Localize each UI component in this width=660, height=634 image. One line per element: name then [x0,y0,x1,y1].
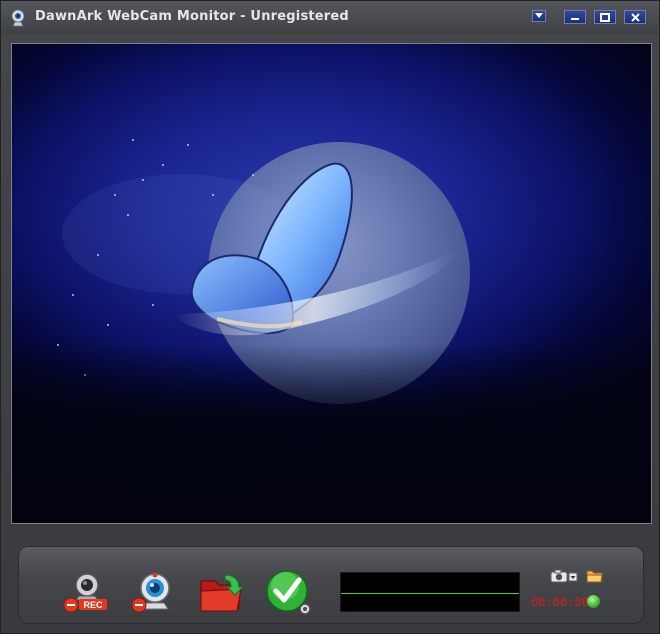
sparkle [142,179,144,181]
control-panel [18,546,644,624]
maximize-button[interactable] [594,10,616,24]
snapshot-camera-button[interactable] [550,568,578,584]
video-shadow [12,344,651,523]
sparkle [127,214,129,216]
sparkle [107,324,109,326]
record-webcam-button[interactable]: REC [61,569,109,617]
open-recordings-folder-button[interactable] [586,568,603,583]
audio-level-line [341,593,519,594]
menu-dropdown-button[interactable] [532,10,546,22]
sparkle [252,174,254,176]
record-label: REC [83,600,103,610]
sparkle [212,194,214,196]
close-icon [630,12,640,22]
webcam-settings-button[interactable] [129,569,177,617]
status-indicator-icon [587,595,600,608]
recording-timer: 00:00:00 [531,595,589,609]
audio-level-meter [340,572,520,612]
confirm-settings-button[interactable] [265,569,313,617]
open-folder-button[interactable] [197,569,245,617]
camera-icon [550,569,568,583]
sparkle [72,294,74,296]
chevron-down-icon [535,13,543,18]
minimize-icon [571,18,579,20]
folder-icon [586,570,603,583]
title-bar[interactable]: DawnArk WebCam Monitor - Unregistered [1,1,659,35]
sparkle [132,139,134,141]
sparkle [114,194,116,196]
checkmark-gear-icon [266,570,311,615]
sparkle [187,144,189,146]
sparkle [97,254,99,256]
close-button[interactable] [624,10,646,24]
webcam-icon [131,572,170,613]
chevron-down-icon [568,572,578,582]
sparkle [162,164,164,166]
webcam-video-view[interactable] [11,43,652,524]
window-title: DawnArk WebCam Monitor - Unregistered [35,9,349,24]
folder-open-icon [200,574,245,612]
sparkle [152,304,154,306]
webcam-app-icon [11,9,25,27]
app-window: DawnArk WebCam Monitor - Unregistered RE… [0,0,660,634]
minimize-button[interactable] [564,10,586,24]
maximize-icon [600,12,610,22]
